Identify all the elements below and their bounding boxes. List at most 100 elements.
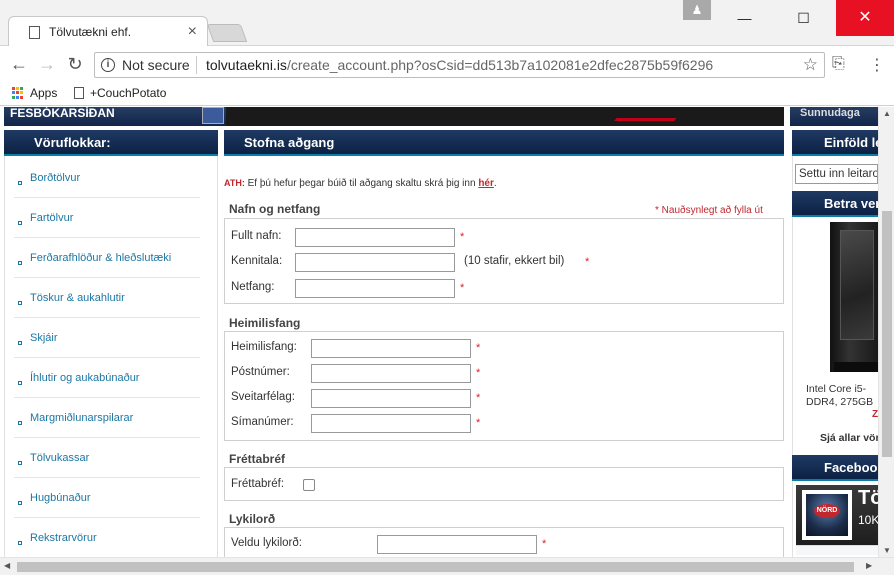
- tab-title: Tölvutækni ehf.: [49, 25, 132, 39]
- category-link[interactable]: Tölvukassar: [14, 438, 200, 478]
- newsletter-checkbox[interactable]: [303, 479, 315, 491]
- tab-close-icon[interactable]: ×: [188, 23, 197, 41]
- browser-tabstrip: Tölvutækni ehf. × ♟ — ☐ ✕: [0, 0, 894, 47]
- category-label: Borðtölvur: [30, 171, 81, 184]
- required-mark: *: [476, 392, 481, 404]
- row-city: Sveitarfélag: *: [231, 388, 771, 408]
- forward-arrow-icon[interactable]: →: [36, 54, 58, 76]
- browser-tab[interactable]: Tölvutækni ehf. ×: [8, 16, 208, 47]
- address-bar[interactable]: i Not secure tolvutaekni.is/create_accou…: [94, 52, 825, 78]
- browser-toolbar: ← → ↻ i Not secure tolvutaekni.is/create…: [0, 46, 894, 82]
- category-label: Fartölvur: [30, 211, 74, 224]
- close-window-button[interactable]: ✕: [836, 0, 894, 36]
- category-label: Rekstrarvörur: [30, 531, 97, 544]
- vertical-scrollbar[interactable]: ▲ ▼: [878, 107, 894, 557]
- fieldset-password: Veldu lykilorð: *: [224, 527, 784, 557]
- postcode-input[interactable]: [311, 363, 471, 383]
- category-label: Íhlutir og aukabúnaður: [30, 371, 140, 384]
- password-input[interactable]: [377, 534, 537, 554]
- fieldset-name: Fullt nafn: * Kennitala: (10 stafir, ekk…: [224, 218, 784, 304]
- url-text[interactable]: tolvutaekni.is/create_account.php?osCsid…: [206, 57, 713, 73]
- scroll-down-arrow-icon[interactable]: ▼: [883, 546, 891, 555]
- extension-icon[interactable]: ⎘: [832, 55, 845, 73]
- apps-dot: [16, 87, 19, 90]
- address-input[interactable]: [311, 338, 471, 358]
- ssn-input[interactable]: [295, 252, 455, 272]
- bookmark-star-icon[interactable]: ☆: [803, 55, 818, 75]
- divider: [196, 56, 197, 74]
- phone-label: Símanúmer:: [231, 416, 294, 428]
- bullet-icon: [18, 220, 22, 225]
- login-link[interactable]: hér: [478, 178, 494, 189]
- banner-facebook-link[interactable]: FESBÓKARSÍÐAN: [4, 107, 226, 126]
- category-link[interactable]: Borðtölvur: [14, 158, 200, 198]
- address-label: Heimilisfang:: [231, 341, 297, 353]
- scroll-right-arrow-icon[interactable]: ▶: [866, 561, 872, 570]
- search-input[interactable]: Settu inn leitarorð: [795, 164, 878, 184]
- product-name[interactable]: Intel Core i5- DDR4, 275GB: [806, 383, 878, 409]
- category-label: Tölvukassar: [30, 451, 90, 464]
- person-icon[interactable]: ♟: [683, 0, 711, 20]
- category-link[interactable]: Töskur & aukahlutir: [14, 278, 200, 318]
- phone-input[interactable]: [311, 413, 471, 433]
- category-link[interactable]: Hugbúnaður: [14, 478, 200, 518]
- scroll-up-arrow-icon[interactable]: ▲: [883, 109, 891, 118]
- vertical-scroll-thumb[interactable]: [882, 211, 892, 457]
- horizontal-scroll-thumb[interactable]: [17, 562, 854, 572]
- product-image[interactable]: [830, 222, 878, 372]
- category-link[interactable]: Íhlutir og aukabúnaður: [14, 358, 200, 398]
- bullet-icon: [18, 260, 22, 265]
- new-tab-button[interactable]: [206, 24, 248, 42]
- opening-hours-label: Sunnudaga: [790, 107, 878, 126]
- full-name-input[interactable]: [295, 227, 455, 247]
- back-arrow-icon[interactable]: ←: [8, 54, 30, 76]
- maximize-button[interactable]: ☐: [780, 0, 827, 36]
- city-input[interactable]: [311, 388, 471, 408]
- info-icon[interactable]: i: [101, 58, 115, 72]
- category-label: Margmiðlunarspilarar: [30, 411, 134, 424]
- page-viewport: FESBÓKARSÍÐAN Sunnudaga Vöruflokkar: Bor…: [0, 107, 878, 557]
- apps-grid-icon: [12, 87, 24, 99]
- category-link[interactable]: Ferðarafhlöður & hleðslutæki: [14, 238, 200, 278]
- product-line: Intel Core i5-: [806, 383, 867, 395]
- row-newsletter: Fréttabréf:: [231, 475, 771, 495]
- facebook-likes: 10K: [858, 513, 878, 527]
- bookmark-apps[interactable]: Apps: [12, 86, 57, 100]
- category-label: Skjáir: [30, 331, 58, 344]
- category-label: Hugbúnaður: [30, 491, 91, 504]
- required-mark: *: [542, 538, 547, 550]
- category-link[interactable]: Fartölvur: [14, 198, 200, 238]
- bookmark-couchpotato[interactable]: +CouchPotato: [74, 86, 166, 100]
- better-price-title: Betra verð: [792, 191, 878, 217]
- section-title-password: Lykilorð: [229, 512, 276, 526]
- page-title: Stofna aðgang: [224, 130, 784, 156]
- required-mark: *: [476, 367, 481, 379]
- bullet-icon: [18, 460, 22, 465]
- reload-icon[interactable]: ↻: [64, 54, 86, 76]
- ssn-hint: (10 stafir, ekkert bil): [464, 255, 565, 267]
- category-link[interactable]: Margmiðlunarspilarar: [14, 398, 200, 438]
- category-link[interactable]: Rekstrarvörur: [14, 518, 200, 557]
- facebook-icon[interactable]: [202, 107, 224, 124]
- simple-search-title: Einföld leit: [792, 130, 878, 156]
- security-label[interactable]: Not secure: [122, 57, 190, 73]
- horizontal-scrollbar[interactable]: ◀ ▶: [0, 557, 894, 575]
- password-label: Veldu lykilorð:: [231, 537, 302, 549]
- facebook-widget[interactable]: NÖRD Tö 10K: [796, 485, 878, 555]
- notice-suffix: .: [493, 178, 497, 189]
- category-list: Borðtölvur Fartölvur Ferðarafhlöður & hl…: [14, 158, 200, 557]
- avatar[interactable]: NÖRD: [802, 490, 852, 540]
- required-mark: *: [585, 256, 590, 268]
- see-all-link[interactable]: Sjá allar vörur: [820, 432, 878, 444]
- category-link[interactable]: Skjáir: [14, 318, 200, 358]
- email-input[interactable]: [295, 278, 455, 298]
- facebook-page-name[interactable]: Tö: [858, 487, 878, 510]
- bookmark-label: +CouchPotato: [90, 86, 167, 100]
- scroll-left-arrow-icon[interactable]: ◀: [4, 561, 10, 570]
- row-full-name: Fullt nafn: *: [231, 227, 771, 247]
- menu-icon[interactable]: ⋮: [869, 55, 885, 75]
- fieldset-newsletter: Fréttabréf:: [224, 467, 784, 501]
- minimize-button[interactable]: —: [721, 0, 768, 36]
- apps-dot: [20, 95, 23, 99]
- banner-decoration: [614, 107, 686, 121]
